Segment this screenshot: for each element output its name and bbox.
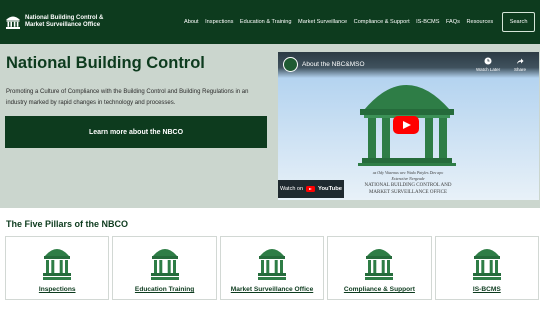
share-label: Share <box>514 67 527 72</box>
play-icon[interactable] <box>393 116 419 134</box>
pillars-list: Inspections Education Training Market Su… <box>5 236 540 300</box>
pillar-building-icon <box>150 249 179 280</box>
video-title[interactable]: About the NBC&MSO <box>302 61 365 68</box>
video-caption-line: NATIONAL BUILDING CONTROL AND <box>364 183 452 188</box>
video-caption-line: as Ody Vitaenus wec Wado Patyles Dav apo <box>372 170 444 175</box>
nav-item-faqs[interactable]: FAQs <box>446 19 460 25</box>
hero-description: Promoting a Culture of Compliance with t… <box>6 89 249 106</box>
pillar-label[interactable]: Inspections <box>39 286 76 293</box>
pillar-label[interactable]: IS-BCMS <box>473 286 501 293</box>
pillar-label[interactable]: Compliance & Support <box>344 286 415 293</box>
pillar-label[interactable]: Education Training <box>135 286 194 293</box>
clock-icon <box>484 57 492 65</box>
share-button[interactable]: Share <box>514 57 526 72</box>
page-title: National Building Control <box>6 54 205 72</box>
watch-on-label: Watch on <box>280 186 304 192</box>
watch-later-label: Watch Later <box>476 67 501 72</box>
nav-item-market-surveillance[interactable]: Market Surveillance <box>298 19 347 25</box>
pillar-card-inspections[interactable]: Inspections <box>5 236 110 300</box>
search-button[interactable]: Search <box>502 12 535 32</box>
nav-item-compliance-support[interactable]: Compliance & Support <box>354 19 410 25</box>
pillars-heading: The Five Pillars of the NBCO <box>6 219 129 229</box>
building-logo-icon <box>6 16 20 29</box>
pillar-building-icon <box>258 249 287 280</box>
brand-name: National Building Control & Market Surve… <box>25 15 104 28</box>
watch-on-youtube-button[interactable]: Watch on YouTube <box>278 180 344 198</box>
pillar-label[interactable]: Market Surveillance Office <box>231 286 313 293</box>
pillar-card-market-surveillance-office[interactable]: Market Surveillance Office <box>219 236 325 300</box>
video-player[interactable]: About the NBC&MSO Watch Later Share as O… <box>278 52 539 200</box>
pillar-building-icon <box>43 249 72 280</box>
nav-item-inspections[interactable]: Inspections <box>205 19 233 25</box>
nav-item-resources[interactable]: Resources <box>466 19 493 25</box>
site-header: National Building Control & Market Surve… <box>0 0 540 44</box>
pillar-card-education-training[interactable]: Education Training <box>112 236 217 300</box>
pillar-building-icon <box>365 249 394 280</box>
pillar-card-is-bcms[interactable]: IS-BCMS <box>434 236 540 300</box>
pillar-building-icon <box>472 249 501 280</box>
video-caption-line: MARKET SURVEILLANCE OFFICE <box>368 190 448 195</box>
youtube-icon <box>306 186 316 192</box>
brand-link[interactable]: National Building Control & Market Surve… <box>5 14 180 30</box>
nav-item-is-bcms[interactable]: IS-BCMS <box>416 19 439 25</box>
nav-item-about[interactable]: About <box>184 19 199 25</box>
main-nav: About Inspections Education & Training M… <box>184 19 493 25</box>
channel-avatar[interactable] <box>283 57 298 72</box>
share-icon <box>517 58 524 64</box>
nav-item-education-training[interactable]: Education & Training <box>240 19 292 25</box>
learn-more-button[interactable]: Learn more about the NBCO <box>5 116 267 148</box>
pillar-card-compliance-support[interactable]: Compliance & Support <box>327 236 432 300</box>
video-caption-line: Extenctive Nergeade <box>391 176 425 181</box>
youtube-label: YouTube <box>318 186 342 192</box>
watch-later-button[interactable]: Watch Later <box>476 57 500 72</box>
